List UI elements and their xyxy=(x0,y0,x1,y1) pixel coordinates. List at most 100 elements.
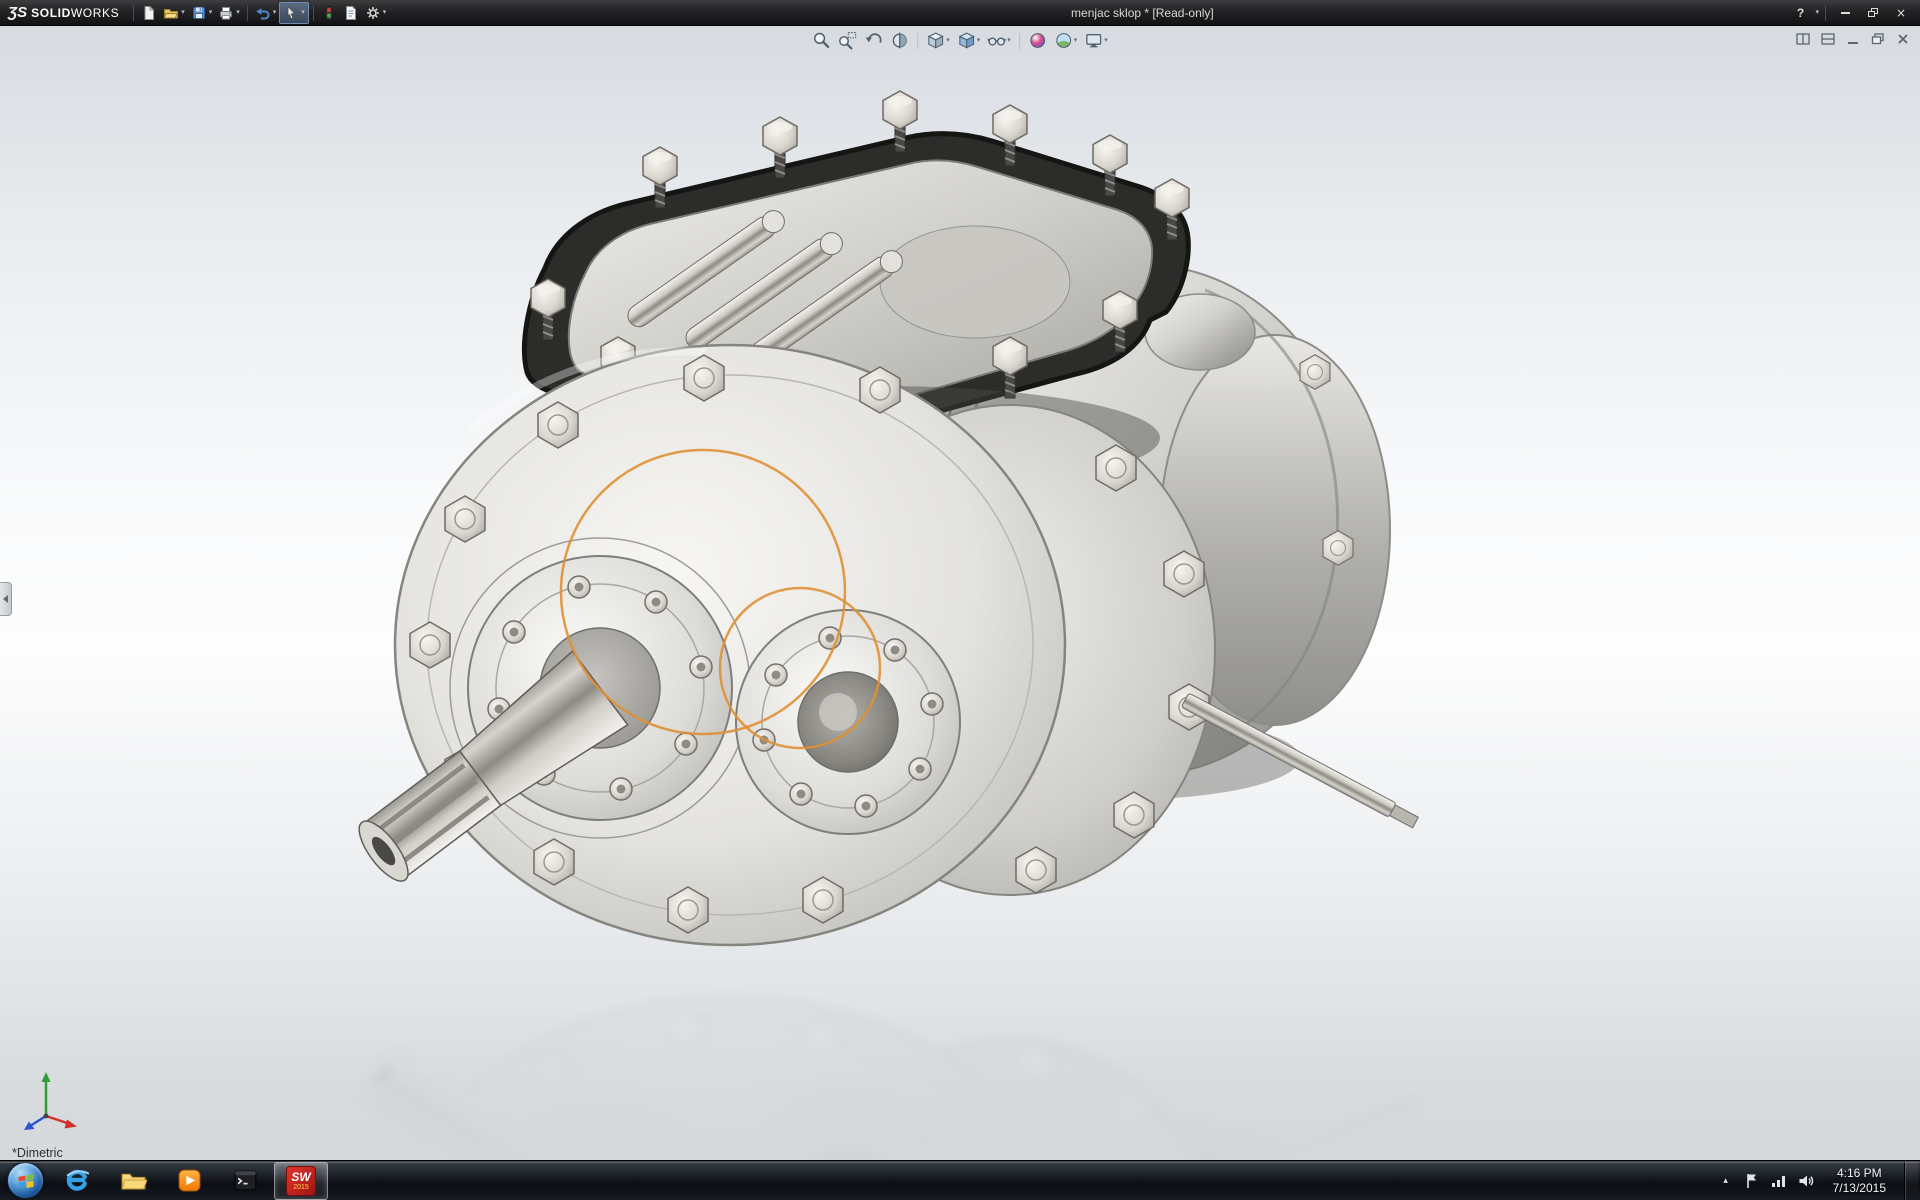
split-pane-vertical-button[interactable] xyxy=(1794,31,1812,46)
rebuild-traffic-light-icon xyxy=(321,5,337,21)
clock-time: 4:16 PM xyxy=(1833,1166,1886,1180)
save-button[interactable]: ▾ xyxy=(188,2,216,24)
close-button[interactable]: × xyxy=(1888,4,1914,22)
window-title: menjac sklop * [Read-only] xyxy=(1071,6,1214,20)
headsup-view-toolbar: ▾ ▾ ▾ ▾ ▾ xyxy=(810,29,1110,52)
previous-view-button[interactable] xyxy=(862,29,885,52)
doc-restore-icon xyxy=(1871,33,1885,45)
view-orientation-button[interactable]: ▾ xyxy=(924,29,952,52)
new-document-button[interactable] xyxy=(138,2,160,24)
restore-icon xyxy=(1868,8,1878,17)
doc-minimize-button[interactable] xyxy=(1844,31,1862,46)
separator xyxy=(1825,5,1826,21)
zoom-to-area-button[interactable] xyxy=(836,29,859,52)
open-folder-icon xyxy=(163,5,179,21)
new-document-icon xyxy=(141,5,157,21)
edit-appearance-button[interactable] xyxy=(1026,29,1049,52)
separator xyxy=(917,33,918,49)
doc-minimize-icon xyxy=(1846,33,1860,45)
previous-view-icon xyxy=(864,31,883,50)
minimize-icon xyxy=(1841,12,1850,14)
ds-logo-icon: ƷS xyxy=(8,4,27,21)
file-properties-button[interactable] xyxy=(340,2,362,24)
featuremanager-flyout-tab[interactable] xyxy=(0,582,12,616)
gearbox-model[interactable] xyxy=(0,26,1920,1160)
display-style-button[interactable]: ▾ xyxy=(955,29,983,52)
doc-close-button[interactable] xyxy=(1894,31,1912,46)
options-button[interactable]: ▾ xyxy=(362,2,390,24)
dropdown-caret-icon[interactable]: ▾ xyxy=(181,9,185,16)
separator xyxy=(133,5,134,21)
dropdown-caret-icon[interactable]: ▾ xyxy=(977,37,981,44)
dropdown-caret-icon[interactable]: ▾ xyxy=(301,9,305,16)
doc-close-icon xyxy=(1896,33,1910,45)
section-view-button[interactable] xyxy=(888,29,911,52)
volume-icon[interactable] xyxy=(1797,1172,1815,1190)
network-icon[interactable] xyxy=(1770,1172,1788,1190)
taskbar-clock[interactable]: 4:16 PM 7/13/2015 xyxy=(1824,1166,1895,1195)
split-pane-horizontal-button[interactable] xyxy=(1819,31,1837,46)
solidworks-logo: ƷS SOLIDWORKS xyxy=(0,4,129,21)
brand-text: SOLIDWORKS xyxy=(31,6,119,20)
apply-scene-button[interactable]: ▾ xyxy=(1052,29,1080,52)
separator xyxy=(313,5,314,21)
split-vertical-icon xyxy=(1796,33,1810,45)
taskbar-command-prompt-button[interactable] xyxy=(218,1162,272,1200)
hide-show-items-button[interactable]: ▾ xyxy=(985,29,1013,52)
dropdown-caret-icon[interactable]: ▾ xyxy=(383,9,387,16)
model-reflection xyxy=(345,997,1419,1160)
dropdown-caret-icon[interactable]: ▾ xyxy=(273,9,277,16)
file-properties-icon xyxy=(343,5,359,21)
undo-button[interactable]: ▾ xyxy=(252,2,280,24)
save-icon xyxy=(191,5,207,21)
windows-flag-icon xyxy=(16,1171,36,1191)
restore-button[interactable] xyxy=(1860,4,1886,22)
dropdown-caret-icon[interactable]: ▾ xyxy=(1104,37,1108,44)
print-button[interactable]: ▾ xyxy=(215,2,243,24)
zoom-to-area-icon xyxy=(838,31,857,50)
taskbar-solidworks-button[interactable]: SW 2015 xyxy=(274,1162,328,1200)
help-icon: ? xyxy=(1797,6,1804,20)
taskbar-internet-explorer-button[interactable] xyxy=(50,1162,104,1200)
select-tool-button[interactable]: ▾ xyxy=(279,2,309,24)
show-hidden-icons-button[interactable]: ▴ xyxy=(1718,1176,1734,1186)
apply-scene-icon xyxy=(1054,31,1073,50)
open-button[interactable]: ▾ xyxy=(160,2,188,24)
doc-restore-button[interactable] xyxy=(1869,31,1887,46)
dropdown-caret-icon[interactable]: ▾ xyxy=(1074,37,1078,44)
close-icon: × xyxy=(1896,7,1906,19)
document-window-controls xyxy=(1794,31,1912,46)
minimize-button[interactable] xyxy=(1832,4,1858,22)
section-view-icon xyxy=(890,31,909,50)
rebuild-button[interactable] xyxy=(318,2,340,24)
dropdown-caret-icon[interactable]: ▾ xyxy=(236,9,240,16)
taskbar-media-player-button[interactable] xyxy=(162,1162,216,1200)
solidworks-icon-year: 2015 xyxy=(293,1184,309,1191)
titlebar: ƷS SOLIDWORKS ▾ ▾ ▾ ▾ ▾ ▾ menjac sklop *… xyxy=(0,0,1920,26)
graphics-viewport[interactable]: ▾ ▾ ▾ ▾ ▾ xyxy=(0,26,1920,1160)
help-caret-icon[interactable]: ▾ xyxy=(1815,9,1819,16)
help-button[interactable]: ? xyxy=(1787,4,1813,22)
clock-date: 7/13/2015 xyxy=(1833,1181,1886,1195)
display-style-icon xyxy=(957,31,976,50)
reference-triad xyxy=(16,1068,80,1134)
view-settings-button[interactable]: ▾ xyxy=(1082,29,1110,52)
glasses-icon xyxy=(987,31,1006,50)
command-prompt-icon xyxy=(232,1167,259,1194)
view-orientation-label: *Dimetric xyxy=(12,1146,63,1160)
undo-icon xyxy=(255,5,271,21)
dropdown-caret-icon[interactable]: ▾ xyxy=(209,9,213,16)
dropdown-caret-icon[interactable]: ▾ xyxy=(946,37,950,44)
action-center-flag-icon[interactable] xyxy=(1743,1172,1761,1190)
taskbar-explorer-button[interactable] xyxy=(106,1162,160,1200)
folder-icon xyxy=(120,1167,147,1194)
print-icon xyxy=(218,5,234,21)
dropdown-caret-icon[interactable]: ▾ xyxy=(1007,37,1011,44)
zoom-to-fit-button[interactable] xyxy=(810,29,833,52)
bearing-flange[interactable] xyxy=(736,610,960,834)
solidworks-app-icon: SW 2015 xyxy=(286,1166,316,1196)
separator xyxy=(1019,33,1020,49)
start-button[interactable] xyxy=(7,1162,44,1199)
internet-explorer-icon xyxy=(64,1167,91,1194)
show-desktop-button[interactable] xyxy=(1904,1161,1918,1200)
